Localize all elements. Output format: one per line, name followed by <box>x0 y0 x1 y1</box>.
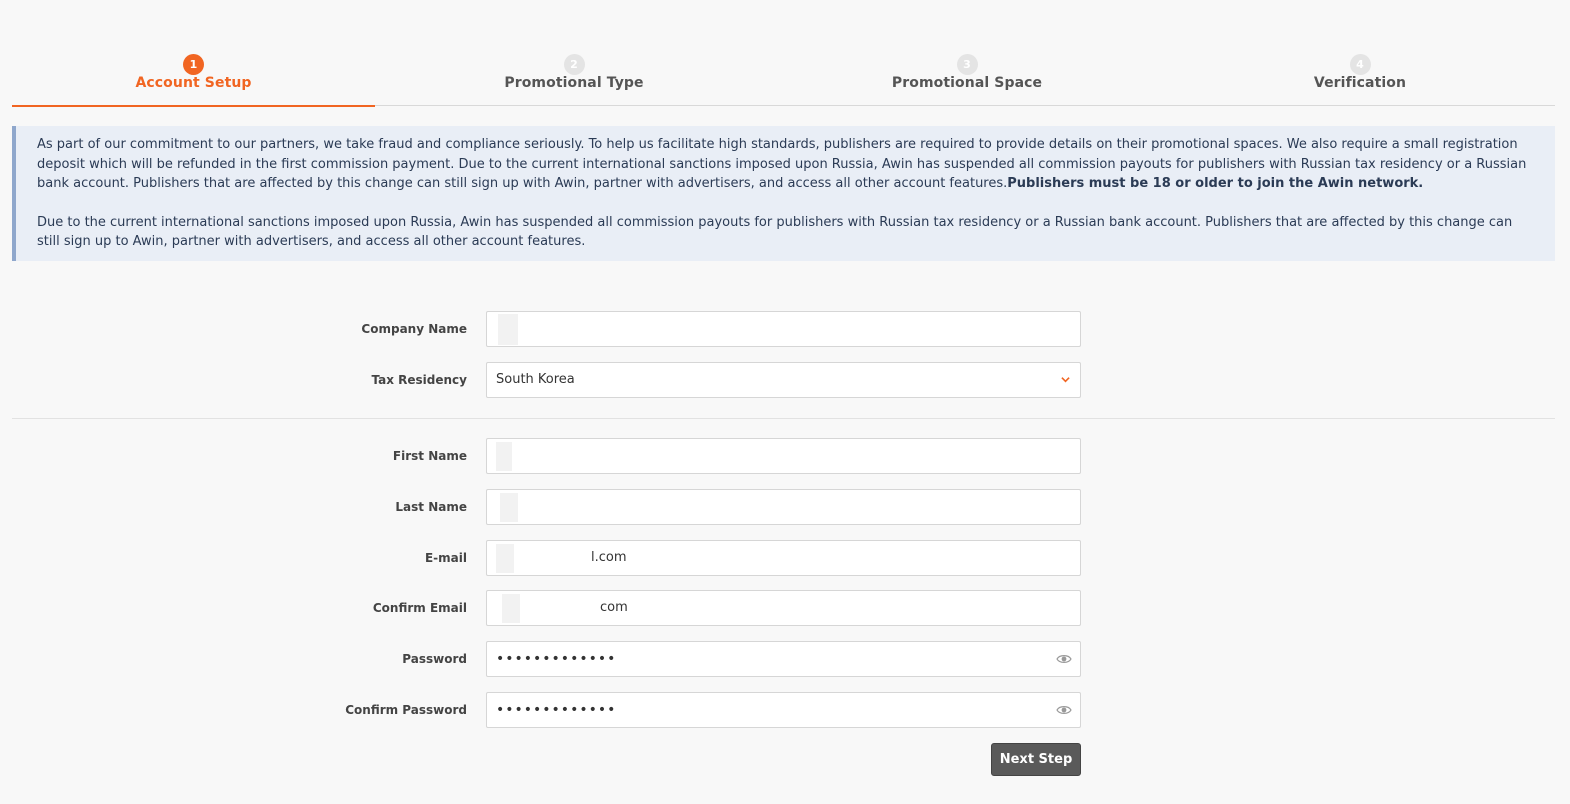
redacted-region <box>500 493 518 522</box>
step-number-badge: 4 <box>1349 54 1371 75</box>
eye-icon[interactable] <box>1056 703 1072 717</box>
step-promotional-space[interactable]: 3 Promotional Space <box>792 54 1142 106</box>
confirm-email-row: Confirm Email com <box>0 590 1570 626</box>
company-name-row: Company Name <box>0 311 1570 347</box>
password-row: Password ••••••••••••• <box>0 641 1570 677</box>
company-name-label: Company Name <box>361 322 467 336</box>
notice-age-requirement: Publishers must be 18 or older to join t… <box>1007 176 1424 191</box>
step-label: Verification <box>1313 75 1407 91</box>
first-name-label: First Name <box>392 449 467 463</box>
last-name-input[interactable] <box>486 489 1081 525</box>
company-name-input[interactable] <box>486 311 1081 347</box>
email-row: E-mail l.com <box>0 540 1570 576</box>
progress-stepper: 1 Account Setup 2 Promotional Type 3 Pro… <box>12 54 1555 107</box>
step-number-badge: 2 <box>563 54 585 75</box>
tax-residency-value: South Korea <box>496 372 575 387</box>
step-promotional-type[interactable]: 2 Promotional Type <box>400 54 748 106</box>
chevron-down-icon <box>1061 377 1070 383</box>
section-divider <box>12 418 1555 419</box>
redacted-region <box>502 594 520 623</box>
confirm-password-row: Confirm Password ••••••••••••• <box>0 692 1570 728</box>
next-step-button[interactable]: Next Step <box>991 743 1081 776</box>
email-label: E-mail <box>424 551 467 565</box>
confirm-email-value: com <box>600 600 628 615</box>
password-label: Password <box>402 652 467 666</box>
step-number-badge: 3 <box>956 54 978 75</box>
compliance-notice: As part of our commitment to our partner… <box>12 126 1555 261</box>
step-label: Promotional Type <box>504 75 644 91</box>
email-value: l.com <box>591 550 627 565</box>
tax-residency-select[interactable]: South Korea <box>486 362 1081 398</box>
first-name-input[interactable] <box>486 438 1081 474</box>
step-number-badge: 1 <box>183 54 204 75</box>
confirm-password-value: ••••••••••••• <box>496 702 617 718</box>
confirm-password-label: Confirm Password <box>345 703 467 717</box>
confirm-email-label: Confirm Email <box>372 601 467 615</box>
notice-paragraph-2: Due to the current international sanctio… <box>37 214 1513 250</box>
confirm-password-input[interactable]: ••••••••••••• <box>486 692 1081 728</box>
first-name-row: First Name <box>0 438 1570 474</box>
tax-residency-label: Tax Residency <box>371 373 468 387</box>
step-label: Account Setup <box>135 75 252 91</box>
email-input[interactable]: l.com <box>486 540 1081 576</box>
step-verification[interactable]: 4 Verification <box>1186 54 1534 106</box>
password-value: ••••••••••••• <box>496 651 617 667</box>
step-label: Promotional Space <box>891 75 1043 91</box>
confirm-email-input[interactable]: com <box>486 590 1081 626</box>
last-name-row: Last Name <box>0 489 1570 525</box>
redacted-region <box>496 442 512 471</box>
last-name-label: Last Name <box>395 500 467 514</box>
redacted-region <box>496 544 514 573</box>
eye-icon[interactable] <box>1056 652 1072 666</box>
password-input[interactable]: ••••••••••••• <box>486 641 1081 677</box>
notice-paragraph-1: As part of our commitment to our partner… <box>37 135 1537 194</box>
tax-residency-row: Tax Residency South Korea <box>0 362 1570 398</box>
step-account-setup[interactable]: 1 Account Setup <box>12 54 375 107</box>
redacted-region <box>498 314 518 345</box>
